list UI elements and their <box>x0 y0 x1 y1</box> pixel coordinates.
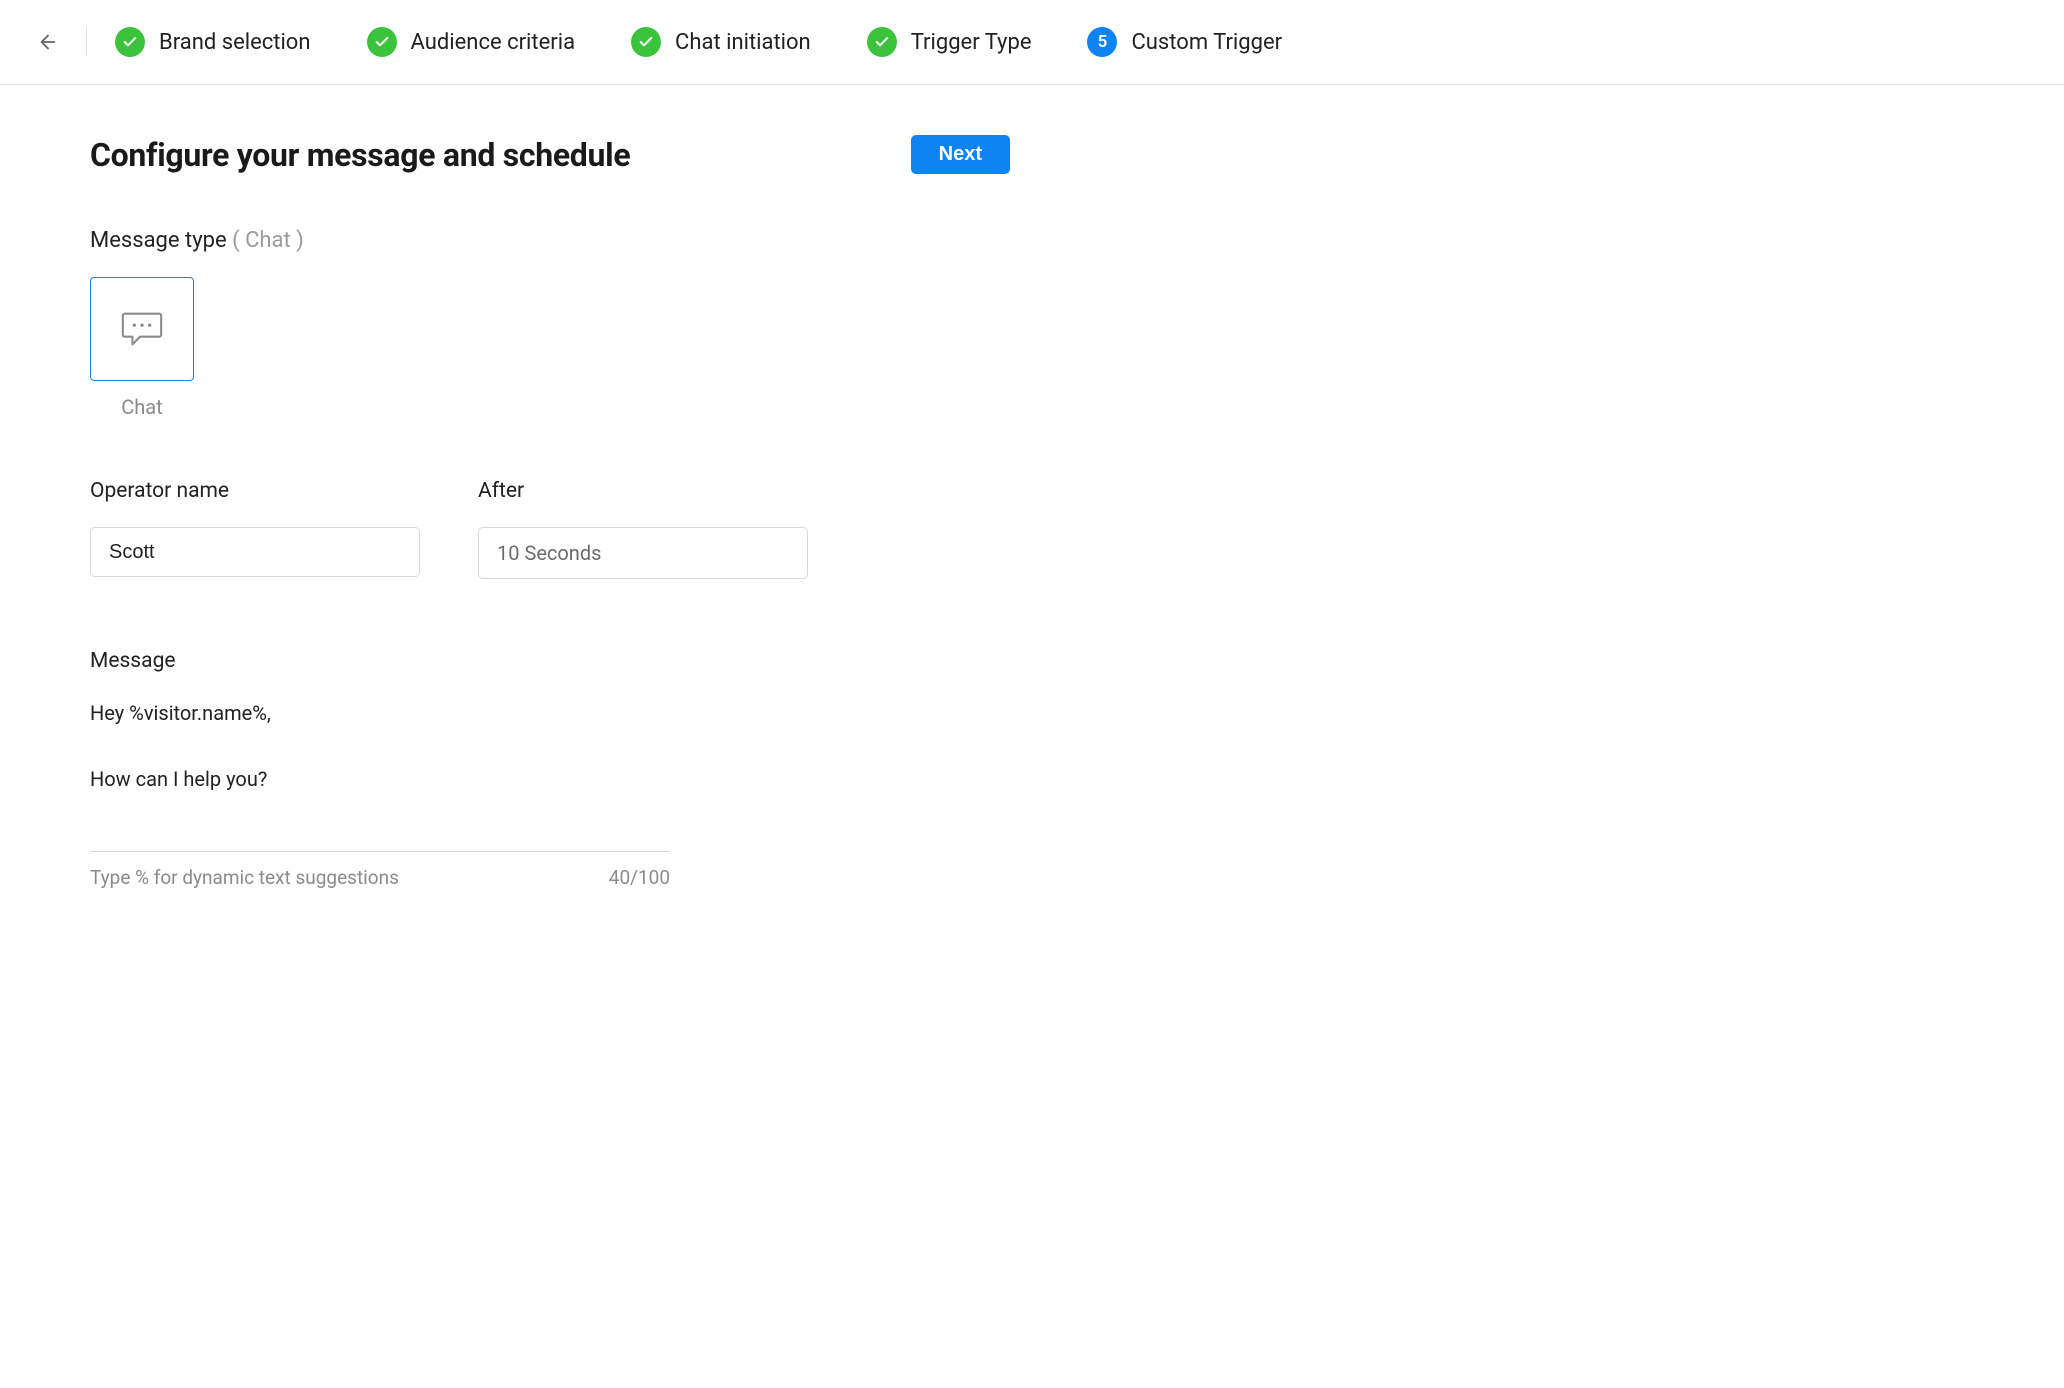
step-label: Audience criteria <box>411 30 576 55</box>
step-label: Brand selection <box>159 30 311 55</box>
page-title: Configure your message and schedule <box>90 136 630 174</box>
check-icon <box>631 27 661 57</box>
after-select[interactable]: 10 Seconds <box>478 527 808 579</box>
message-type-card-chat[interactable] <box>90 277 194 381</box>
divider <box>86 28 87 56</box>
arrow-left-icon <box>37 31 59 53</box>
message-type-heading: Message type ( Chat ) <box>90 228 1010 253</box>
message-textarea[interactable]: Hey %visitor.name%, How can I help you? <box>90 697 670 817</box>
next-button[interactable]: Next <box>911 135 1010 174</box>
message-type-selected: ( Chat ) <box>232 228 304 253</box>
operator-name-label: Operator name <box>90 479 420 503</box>
step-chat-initiation[interactable]: Chat initiation <box>631 27 811 57</box>
step-custom-trigger[interactable]: 5 Custom Trigger <box>1087 27 1282 57</box>
message-label: Message <box>90 649 670 673</box>
step-number-badge: 5 <box>1087 27 1117 57</box>
message-type-label: Message type <box>90 228 227 253</box>
check-icon <box>115 27 145 57</box>
main-content: Configure your message and schedule Next… <box>0 85 1100 939</box>
after-label: After <box>478 479 808 503</box>
message-type-caption: Chat <box>90 395 194 419</box>
step-brand-selection[interactable]: Brand selection <box>115 27 311 57</box>
step-audience-criteria[interactable]: Audience criteria <box>367 27 576 57</box>
step-label: Custom Trigger <box>1131 30 1282 55</box>
step-label: Trigger Type <box>911 30 1032 55</box>
divider <box>90 851 670 852</box>
after-value: 10 Seconds <box>497 541 601 565</box>
step-label: Chat initiation <box>675 30 811 55</box>
message-hint: Type % for dynamic text suggestions <box>90 866 399 889</box>
back-button[interactable] <box>30 24 66 60</box>
check-icon <box>367 27 397 57</box>
operator-name-input[interactable] <box>90 527 420 577</box>
check-icon <box>867 27 897 57</box>
chat-bubble-icon <box>119 306 165 352</box>
step-progress-bar: Brand selection Audience criteria Chat i… <box>0 0 2064 85</box>
step-trigger-type[interactable]: Trigger Type <box>867 27 1032 57</box>
message-char-counter: 40/100 <box>609 866 670 889</box>
